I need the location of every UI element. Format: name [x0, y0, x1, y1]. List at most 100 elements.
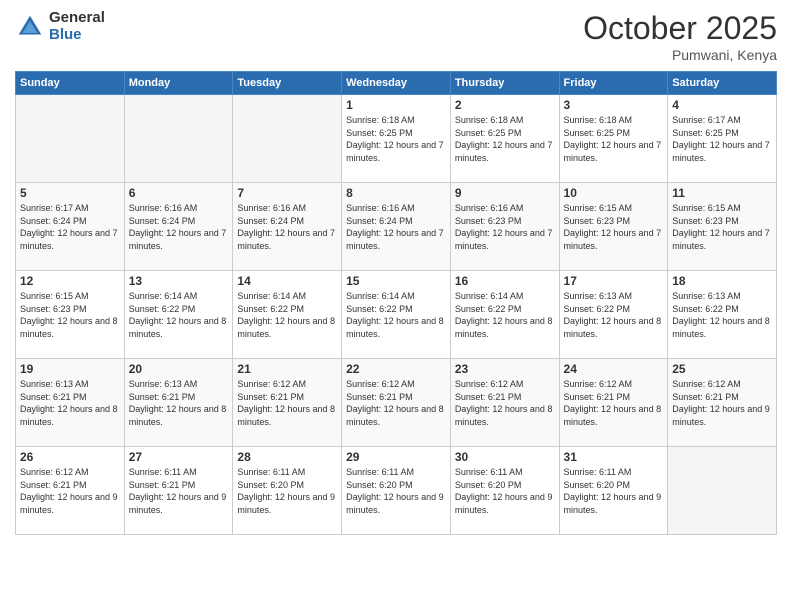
- day-number: 21: [237, 362, 337, 376]
- calendar-cell: 24Sunrise: 6:12 AM Sunset: 6:21 PM Dayli…: [559, 359, 668, 447]
- header: General Blue October 2025 Pumwani, Kenya: [15, 10, 777, 63]
- day-info: Sunrise: 6:15 AM Sunset: 6:23 PM Dayligh…: [564, 202, 664, 252]
- calendar-week-row: 5 Sunrise: 6:17 AM Sunset: 6:24 PM Daylig…: [16, 183, 777, 271]
- day-info: Sunrise: 6:11 AM Sunset: 6:21 PM Dayligh…: [129, 466, 229, 516]
- day-info: Sunrise: 6:15 AM Sunset: 6:23 PM Dayligh…: [20, 290, 120, 340]
- day-info: Sunrise: 6:12 AM Sunset: 6:21 PM Dayligh…: [20, 466, 120, 516]
- day-info: Sunrise: 6:14 AM Sunset: 6:22 PM Dayligh…: [455, 290, 555, 340]
- day-number: 16: [455, 274, 555, 288]
- calendar-cell: [16, 95, 125, 183]
- calendar-cell: 23 Sunrise: 6:12 AM Sunset: 6:21 PM Dayli…: [450, 359, 559, 447]
- day-number: 8: [346, 186, 446, 200]
- location: Pumwani, Kenya: [583, 47, 777, 63]
- calendar-cell: 21 Sunrise: 6:12 AM Sunset: 6:21 PM Dayli…: [233, 359, 342, 447]
- calendar-cell: 10 Sunrise: 6:15 AM Sunset: 6:23 PM Dayli…: [559, 183, 668, 271]
- calendar-cell: 26 Sunrise: 6:12 AM Sunset: 6:21 PM Dayli…: [16, 447, 125, 535]
- day-info: Sunrise: 6:16 AM Sunset: 6:24 PM Dayligh…: [346, 202, 446, 252]
- day-number: 23: [455, 362, 555, 376]
- day-number: 10: [564, 186, 664, 200]
- day-info: Sunrise: 6:17 AM Sunset: 6:24 PM Dayligh…: [20, 202, 120, 252]
- calendar-cell: 29 Sunrise: 6:11 AM Sunset: 6:20 PM Dayli…: [342, 447, 451, 535]
- day-number: 5: [20, 186, 120, 200]
- day-number: 28: [237, 450, 337, 464]
- calendar-week-row: 26 Sunrise: 6:12 AM Sunset: 6:21 PM Dayli…: [16, 447, 777, 535]
- calendar-cell: 18 Sunrise: 6:13 AM Sunset: 6:22 PM Dayli…: [668, 271, 777, 359]
- day-header-saturday: Saturday: [668, 72, 777, 95]
- day-number: 19: [20, 362, 120, 376]
- day-header-monday: Monday: [124, 72, 233, 95]
- day-info: Sunrise: 6:12 AM Sunset: 6:21 PM Dayligh…: [346, 378, 446, 428]
- calendar-week-row: 1Sunrise: 6:18 AM Sunset: 6:25 PM Daylig…: [16, 95, 777, 183]
- calendar-cell: 2 Sunrise: 6:18 AM Sunset: 6:25 PM Daylig…: [450, 95, 559, 183]
- calendar-cell: 6Sunrise: 6:16 AM Sunset: 6:24 PM Daylig…: [124, 183, 233, 271]
- calendar-cell: 22 Sunrise: 6:12 AM Sunset: 6:21 PM Dayli…: [342, 359, 451, 447]
- calendar-cell: 14Sunrise: 6:14 AM Sunset: 6:22 PM Dayli…: [233, 271, 342, 359]
- calendar-cell: 27 Sunrise: 6:11 AM Sunset: 6:21 PM Dayli…: [124, 447, 233, 535]
- day-number: 14: [237, 274, 337, 288]
- calendar-cell: [233, 95, 342, 183]
- day-info: Sunrise: 6:13 AM Sunset: 6:21 PM Dayligh…: [20, 378, 120, 428]
- day-number: 17: [564, 274, 664, 288]
- calendar-week-row: 19 Sunrise: 6:13 AM Sunset: 6:21 PM Dayli…: [16, 359, 777, 447]
- calendar: SundayMondayTuesdayWednesdayThursdayFrid…: [15, 71, 777, 535]
- day-header-friday: Friday: [559, 72, 668, 95]
- calendar-header-row: SundayMondayTuesdayWednesdayThursdayFrid…: [16, 72, 777, 95]
- day-header-sunday: Sunday: [16, 72, 125, 95]
- day-info: Sunrise: 6:13 AM Sunset: 6:22 PM Dayligh…: [672, 290, 772, 340]
- day-info: Sunrise: 6:13 AM Sunset: 6:21 PM Dayligh…: [129, 378, 229, 428]
- logo-text: General Blue: [49, 10, 105, 43]
- day-number: 22: [346, 362, 446, 376]
- day-number: 26: [20, 450, 120, 464]
- day-number: 29: [346, 450, 446, 464]
- page: General Blue October 2025 Pumwani, Kenya…: [0, 0, 792, 612]
- day-number: 25: [672, 362, 772, 376]
- day-info: Sunrise: 6:13 AM Sunset: 6:22 PM Dayligh…: [564, 290, 664, 340]
- day-info: Sunrise: 6:12 AM Sunset: 6:21 PM Dayligh…: [564, 378, 664, 428]
- day-number: 30: [455, 450, 555, 464]
- calendar-cell: 19 Sunrise: 6:13 AM Sunset: 6:21 PM Dayli…: [16, 359, 125, 447]
- day-number: 4: [672, 98, 772, 112]
- day-header-thursday: Thursday: [450, 72, 559, 95]
- logo: General Blue: [15, 10, 105, 43]
- calendar-cell: 4 Sunrise: 6:17 AM Sunset: 6:25 PM Daylig…: [668, 95, 777, 183]
- day-number: 18: [672, 274, 772, 288]
- day-number: 2: [455, 98, 555, 112]
- day-header-wednesday: Wednesday: [342, 72, 451, 95]
- calendar-cell: 12Sunrise: 6:15 AM Sunset: 6:23 PM Dayli…: [16, 271, 125, 359]
- day-info: Sunrise: 6:18 AM Sunset: 6:25 PM Dayligh…: [455, 114, 555, 164]
- calendar-cell: 11 Sunrise: 6:15 AM Sunset: 6:23 PM Dayli…: [668, 183, 777, 271]
- day-info: Sunrise: 6:16 AM Sunset: 6:23 PM Dayligh…: [455, 202, 555, 252]
- day-number: 15: [346, 274, 446, 288]
- calendar-cell: 7Sunrise: 6:16 AM Sunset: 6:24 PM Daylig…: [233, 183, 342, 271]
- day-info: Sunrise: 6:17 AM Sunset: 6:25 PM Dayligh…: [672, 114, 772, 164]
- month-title: October 2025: [583, 10, 777, 47]
- day-number: 27: [129, 450, 229, 464]
- logo-general: General: [49, 10, 105, 27]
- calendar-week-row: 12Sunrise: 6:15 AM Sunset: 6:23 PM Dayli…: [16, 271, 777, 359]
- calendar-cell: 1Sunrise: 6:18 AM Sunset: 6:25 PM Daylig…: [342, 95, 451, 183]
- day-number: 11: [672, 186, 772, 200]
- logo-blue: Blue: [49, 27, 105, 44]
- day-number: 31: [564, 450, 664, 464]
- day-info: Sunrise: 6:11 AM Sunset: 6:20 PM Dayligh…: [237, 466, 337, 516]
- calendar-cell: [668, 447, 777, 535]
- day-info: Sunrise: 6:14 AM Sunset: 6:22 PM Dayligh…: [129, 290, 229, 340]
- day-info: Sunrise: 6:18 AM Sunset: 6:25 PM Dayligh…: [564, 114, 664, 164]
- logo-icon: [15, 12, 45, 42]
- day-info: Sunrise: 6:12 AM Sunset: 6:21 PM Dayligh…: [237, 378, 337, 428]
- calendar-cell: 9Sunrise: 6:16 AM Sunset: 6:23 PM Daylig…: [450, 183, 559, 271]
- title-block: October 2025 Pumwani, Kenya: [583, 10, 777, 63]
- day-info: Sunrise: 6:18 AM Sunset: 6:25 PM Dayligh…: [346, 114, 446, 164]
- day-info: Sunrise: 6:12 AM Sunset: 6:21 PM Dayligh…: [455, 378, 555, 428]
- day-info: Sunrise: 6:11 AM Sunset: 6:20 PM Dayligh…: [346, 466, 446, 516]
- day-header-tuesday: Tuesday: [233, 72, 342, 95]
- calendar-cell: 28 Sunrise: 6:11 AM Sunset: 6:20 PM Dayli…: [233, 447, 342, 535]
- day-info: Sunrise: 6:15 AM Sunset: 6:23 PM Dayligh…: [672, 202, 772, 252]
- calendar-cell: 3Sunrise: 6:18 AM Sunset: 6:25 PM Daylig…: [559, 95, 668, 183]
- day-info: Sunrise: 6:14 AM Sunset: 6:22 PM Dayligh…: [346, 290, 446, 340]
- day-info: Sunrise: 6:11 AM Sunset: 6:20 PM Dayligh…: [455, 466, 555, 516]
- calendar-cell: 31Sunrise: 6:11 AM Sunset: 6:20 PM Dayli…: [559, 447, 668, 535]
- day-number: 6: [129, 186, 229, 200]
- day-info: Sunrise: 6:16 AM Sunset: 6:24 PM Dayligh…: [237, 202, 337, 252]
- calendar-cell: 30 Sunrise: 6:11 AM Sunset: 6:20 PM Dayli…: [450, 447, 559, 535]
